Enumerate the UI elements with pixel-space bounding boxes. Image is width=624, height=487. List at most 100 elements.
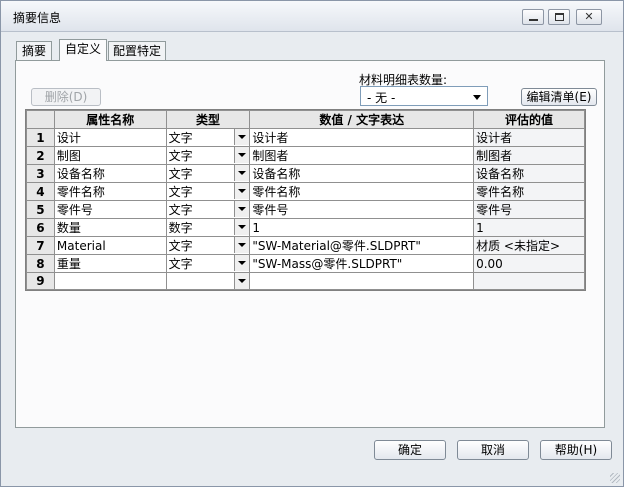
value-expression-cell[interactable]: 设计者 — [249, 128, 475, 147]
minimize-icon — [529, 19, 538, 21]
close-icon: ✕ — [584, 10, 594, 23]
table-row[interactable]: 5 零件号 文字 零件号 零件号 — [26, 200, 585, 219]
property-name-cell[interactable]: 零件号 — [53, 200, 167, 219]
value-expression-cell[interactable] — [249, 272, 475, 290]
close-button[interactable]: ✕ — [576, 9, 602, 25]
table-row[interactable]: 1 设计 文字 设计者 设计者 — [26, 128, 585, 147]
column-header-type[interactable]: 类型 — [165, 110, 251, 129]
property-name-cell[interactable]: Material — [53, 236, 167, 255]
table-row[interactable]: 8 重量 文字 "SW-Mass@零件.SLDPRT" 0.00 — [26, 254, 585, 273]
bom-quantity-select[interactable]: - 无 - — [360, 86, 488, 106]
type-dropdown-button[interactable] — [234, 183, 249, 199]
table-row[interactable]: 2 制图 文字 制图者 制图者 — [26, 146, 585, 165]
type-cell[interactable]: 文字 — [165, 200, 251, 219]
help-button[interactable]: 帮助(H) — [540, 440, 612, 460]
type-value: 文字 — [168, 167, 193, 181]
property-name-cell[interactable]: 设计 — [53, 128, 167, 147]
row-number[interactable]: 7 — [26, 236, 55, 255]
property-name-cell[interactable] — [53, 272, 167, 290]
chevron-down-icon — [238, 225, 247, 229]
value-expression-cell[interactable]: "SW-Material@零件.SLDPRT" — [249, 236, 475, 255]
delete-button[interactable]: 删除(D) — [31, 88, 101, 106]
property-name-cell[interactable]: 制图 — [53, 146, 167, 165]
type-cell[interactable]: 数字 — [165, 218, 251, 237]
tab-summary[interactable]: 摘要 — [16, 41, 52, 60]
type-value: 数字 — [168, 221, 193, 235]
title-bar[interactable]: 摘要信息 ✕ — [1, 1, 623, 32]
type-dropdown-button[interactable] — [234, 201, 249, 217]
chevron-down-icon — [238, 243, 247, 247]
property-name-cell[interactable]: 零件名称 — [53, 182, 167, 201]
type-cell[interactable]: 文字 — [165, 164, 251, 183]
value-expression-cell[interactable]: 零件名称 — [249, 182, 475, 201]
type-value: 文字 — [168, 203, 193, 217]
type-value: 文字 — [168, 257, 193, 271]
corner-header[interactable] — [26, 110, 55, 129]
chevron-down-icon — [238, 279, 247, 283]
value-expression-cell[interactable]: 设备名称 — [249, 164, 475, 183]
type-dropdown-button[interactable] — [234, 219, 249, 235]
type-cell[interactable]: 文字 — [165, 182, 251, 201]
custom-properties-grid: 属性名称 类型 数值 / 文字表达 评估的值 1 设计 文字 设计者 设计者 2 制图 文字制… — [25, 109, 586, 291]
type-dropdown-button[interactable] — [234, 165, 249, 181]
value-expression-cell[interactable]: 1 — [249, 218, 475, 237]
property-name-cell[interactable]: 数量 — [53, 218, 167, 237]
table-header-row: 属性名称 类型 数值 / 文字表达 评估的值 — [26, 110, 585, 129]
edit-list-button[interactable]: 编辑清单(E) — [521, 88, 597, 106]
tab-configuration-specific[interactable]: 配置特定 — [108, 41, 166, 60]
evaluated-value-cell: 制图者 — [473, 146, 585, 165]
summary-info-dialog: 摘要信息 ✕ 摘要 自定义 配置特定 删除(D) 材料明细表数量: - 无 - … — [0, 0, 624, 487]
chevron-down-icon — [238, 261, 247, 265]
type-dropdown-button[interactable] — [234, 255, 249, 271]
value-expression-cell[interactable]: 制图者 — [249, 146, 475, 165]
type-dropdown-button[interactable] — [234, 273, 249, 289]
value-expression-cell[interactable]: 零件号 — [249, 200, 475, 219]
evaluated-value-cell: 0.00 — [473, 254, 585, 273]
evaluated-value-cell — [473, 272, 585, 290]
chevron-down-icon — [238, 171, 247, 175]
type-cell[interactable] — [165, 272, 251, 290]
type-value: 文字 — [168, 131, 193, 145]
table-row[interactable]: 4 零件名称 文字 零件名称 零件名称 — [26, 182, 585, 201]
column-header-evaluated-value[interactable]: 评估的值 — [473, 110, 585, 129]
row-number[interactable]: 4 — [26, 182, 55, 201]
type-cell[interactable]: 文字 — [165, 254, 251, 273]
table-row[interactable]: 6 数量 数字 1 1 — [26, 218, 585, 237]
row-number[interactable]: 8 — [26, 254, 55, 273]
properties-table: 属性名称 类型 数值 / 文字表达 评估的值 1 设计 文字 设计者 设计者 2 制图 文字制… — [26, 110, 585, 290]
type-value: 文字 — [168, 239, 193, 253]
table-row[interactable]: 9 — [26, 272, 585, 290]
table-row[interactable]: 7 Material 文字 "SW-Material@零件.SLDPRT" 材质 <未指… — [26, 236, 585, 255]
chevron-down-icon — [238, 189, 247, 193]
column-header-property-name[interactable]: 属性名称 — [53, 110, 167, 129]
table-row[interactable]: 3 设备名称 文字 设备名称 设备名称 — [26, 164, 585, 183]
evaluated-value-cell: 材质 <未指定> — [473, 236, 585, 255]
row-number[interactable]: 5 — [26, 200, 55, 219]
row-number[interactable]: 9 — [26, 272, 55, 290]
property-name-cell[interactable]: 重量 — [53, 254, 167, 273]
maximize-button[interactable] — [548, 9, 570, 25]
chevron-down-icon — [473, 95, 481, 100]
evaluated-value-cell: 设计者 — [473, 128, 585, 147]
type-cell[interactable]: 文字 — [165, 128, 251, 147]
type-cell[interactable]: 文字 — [165, 146, 251, 165]
chevron-down-icon — [238, 207, 247, 211]
cancel-button[interactable]: 取消 — [457, 440, 529, 460]
type-dropdown-button[interactable] — [234, 147, 249, 163]
row-number[interactable]: 1 — [26, 128, 55, 147]
bom-quantity-value: - 无 - — [367, 91, 396, 105]
type-dropdown-button[interactable] — [234, 237, 249, 253]
evaluated-value-cell: 1 — [473, 218, 585, 237]
resize-grip-icon[interactable] — [610, 473, 620, 483]
type-dropdown-button[interactable] — [234, 129, 249, 145]
property-name-cell[interactable]: 设备名称 — [53, 164, 167, 183]
minimize-button[interactable] — [522, 9, 544, 25]
tab-custom[interactable]: 自定义 — [59, 39, 107, 61]
type-cell[interactable]: 文字 — [165, 236, 251, 255]
row-number[interactable]: 3 — [26, 164, 55, 183]
column-header-value[interactable]: 数值 / 文字表达 — [249, 110, 475, 129]
row-number[interactable]: 6 — [26, 218, 55, 237]
value-expression-cell[interactable]: "SW-Mass@零件.SLDPRT" — [249, 254, 475, 273]
row-number[interactable]: 2 — [26, 146, 55, 165]
ok-button[interactable]: 确定 — [374, 440, 446, 460]
